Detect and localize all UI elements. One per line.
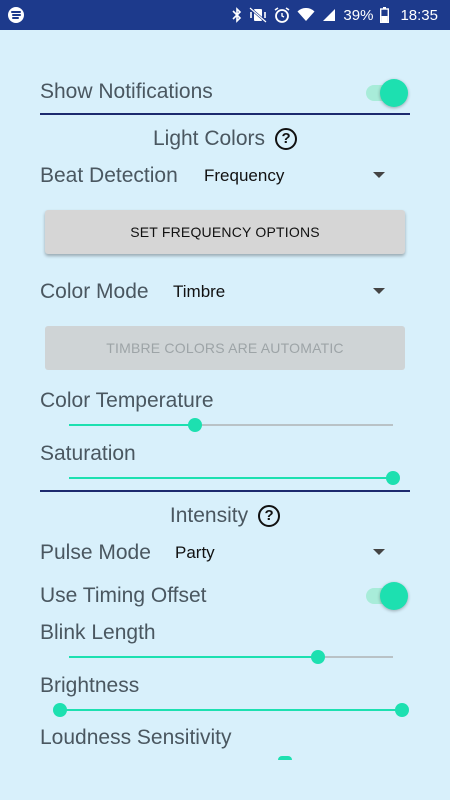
- switch-thumb: [380, 79, 408, 107]
- range-thumb-max[interactable]: [395, 703, 409, 717]
- slider-thumb[interactable]: [311, 650, 326, 664]
- battery-icon: [380, 7, 390, 23]
- slider-fill: [60, 709, 402, 711]
- section-divider: [40, 490, 410, 492]
- help-icon[interactable]: ?: [258, 505, 281, 528]
- slider-fill: [69, 424, 196, 426]
- wifi-icon: [297, 8, 315, 22]
- intensity-title: Intensity?: [40, 504, 410, 528]
- loudness-sensitivity-label: Loudness Sensitivity: [40, 726, 232, 749]
- saturation-slider[interactable]: [69, 468, 400, 488]
- signal-icon: [322, 8, 336, 22]
- chevron-down-icon[interactable]: [373, 549, 385, 555]
- light-colors-heading: Light Colors: [152, 127, 266, 151]
- chevron-down-icon[interactable]: [373, 172, 385, 178]
- brightness-range-slider[interactable]: [53, 700, 409, 720]
- saturation-label: Saturation: [40, 442, 136, 465]
- help-icon[interactable]: ?: [275, 128, 298, 151]
- section-divider: [40, 113, 410, 115]
- use-timing-offset-label: Use Timing Offset: [40, 584, 207, 607]
- color-mode-dropdown[interactable]: Timbre: [173, 282, 225, 302]
- spotify-icon: [8, 7, 24, 23]
- battery-percent: 39%: [343, 6, 374, 24]
- light-colors-title: Light Colors?: [40, 127, 410, 151]
- vibrate-icon: [249, 7, 268, 23]
- color-temperature-label: Color Temperature: [40, 389, 214, 412]
- switch-thumb: [380, 582, 408, 610]
- loudness-slider-thumb-partial[interactable]: [278, 756, 292, 760]
- blink-length-label: Blink Length: [40, 621, 156, 644]
- color-temperature-slider[interactable]: [69, 415, 393, 435]
- alarm-icon: [274, 7, 290, 23]
- range-thumb-min[interactable]: [53, 703, 67, 717]
- show-notifications-label: Show Notifications: [40, 80, 213, 103]
- blink-length-slider[interactable]: [69, 647, 393, 667]
- chevron-down-icon[interactable]: [373, 288, 385, 294]
- slider-fill: [69, 477, 393, 479]
- slider-fill: [69, 656, 319, 658]
- brightness-label: Brightness: [40, 674, 140, 697]
- pulse-mode-label: Pulse Mode: [40, 541, 151, 564]
- slider-thumb[interactable]: [386, 471, 400, 485]
- timbre-colors-button: TIMBRE COLORS ARE AUTOMATIC: [45, 326, 405, 370]
- beat-detection-label: Beat Detection: [40, 164, 178, 187]
- bluetooth-icon: [232, 7, 242, 23]
- pulse-mode-dropdown[interactable]: Party: [175, 543, 215, 563]
- intensity-heading: Intensity: [169, 504, 249, 528]
- beat-detection-dropdown[interactable]: Frequency: [204, 166, 284, 186]
- clock-time: 18:35: [400, 6, 438, 24]
- slider-thumb[interactable]: [188, 418, 203, 432]
- show-notifications-switch[interactable]: [364, 78, 408, 108]
- status-bar: 39% 18:35: [0, 0, 450, 30]
- use-timing-offset-switch[interactable]: [364, 581, 408, 611]
- color-mode-label: Color Mode: [40, 280, 149, 303]
- set-frequency-options-button[interactable]: SET FREQUENCY OPTIONS: [45, 210, 405, 254]
